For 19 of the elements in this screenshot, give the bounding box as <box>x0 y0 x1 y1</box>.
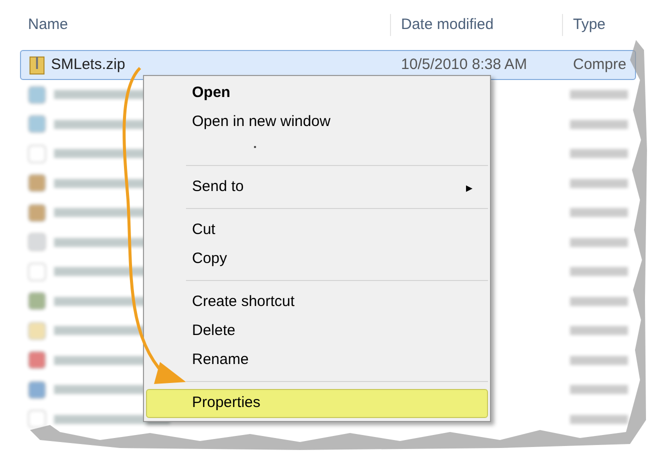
column-header[interactable]: Date modified <box>401 16 494 33</box>
file-name: SMLets.zip <box>51 54 126 75</box>
column-header[interactable]: Type <box>573 16 606 33</box>
menu-item[interactable]: Copy <box>146 245 488 274</box>
menu-item[interactable]: Delete <box>146 317 488 346</box>
zip-folder-icon <box>29 55 45 75</box>
menu-item[interactable]: Open in new window <box>146 108 488 137</box>
menu-item[interactable]: Rename <box>146 346 488 375</box>
menu-item[interactable]: Create shortcut <box>146 288 488 317</box>
dot-mark <box>254 146 256 148</box>
menu-item[interactable]: Properties <box>146 389 488 418</box>
file-row[interactable]: SMLets.zip 10/5/2010 8:38 AM Compre <box>20 50 636 80</box>
menu-item[interactable]: Send to ▸ <box>146 173 488 202</box>
menu-item[interactable]: Open <box>146 79 488 108</box>
column-header[interactable]: Name <box>28 16 68 33</box>
date-modified: 10/5/2010 8:38 AM <box>401 56 527 73</box>
menu-item[interactable]: Cut <box>146 216 488 245</box>
submenu-arrow: ▸ <box>466 178 473 197</box>
file-type: Compre <box>573 56 626 73</box>
